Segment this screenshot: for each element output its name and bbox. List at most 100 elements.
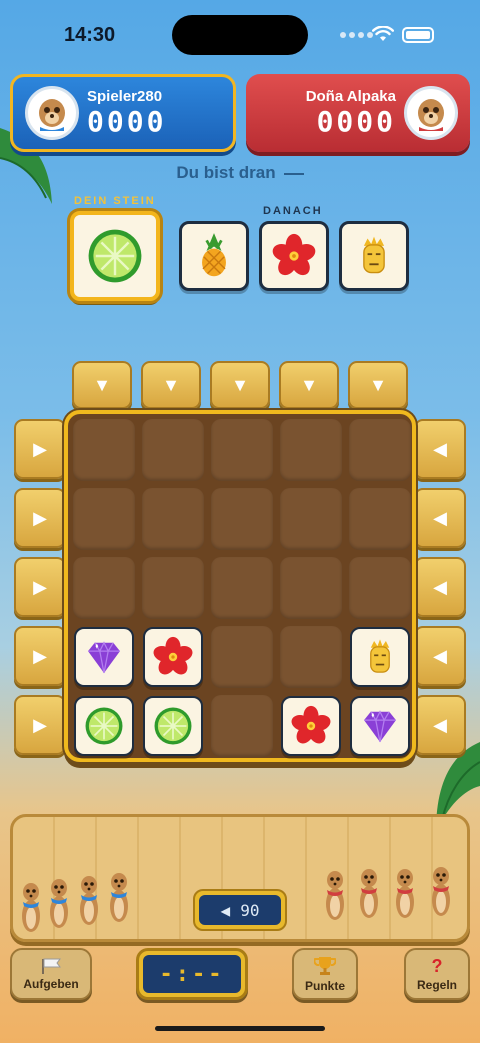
timer-display: -:-- [136,948,248,1000]
pineapple-icon [202,233,226,277]
points-label: Punkte [304,978,345,993]
arrow-right-icon: ▶ [33,507,47,528]
current-piece-label: DEIN STEIN [74,195,156,207]
push-row-5-from-right-button[interactable]: ◀ [414,695,466,755]
rules-label: Regeln [416,977,457,992]
current-piece [70,211,160,301]
give-up-label: Aufgeben [23,976,79,991]
gem-icon [364,710,396,743]
hibiscus-icon [291,705,331,744]
push-row-1-from-left-button[interactable]: ▶ [14,419,66,479]
lime-icon [154,707,192,745]
next-piece [179,221,249,291]
status-time: 14:30 [64,24,116,46]
board-tile-gem [350,696,410,756]
player-name: Spieler280 [87,88,163,105]
next-piece [339,221,409,291]
arrow-left-icon: ◀ [433,438,447,459]
board-cell-empty [211,626,273,688]
board-cell-empty [280,557,342,619]
trophy-icon [314,956,336,975]
drop-column-4-button[interactable]: ▼ [279,361,339,409]
meerkat-icon [39,99,65,131]
arrow-down-icon: ▼ [231,374,249,395]
board-tile-hibiscus [281,696,341,756]
push-row-1-from-right-button[interactable]: ◀ [414,419,466,479]
board-tile-gem [74,627,134,687]
opponent-meerkat [428,864,454,925]
next-pieces-label: DANACH [263,205,323,217]
push-row-2-from-right-button[interactable]: ◀ [414,488,466,548]
push-row-4-from-left-button[interactable]: ▶ [14,626,66,686]
counter-value: 90 [240,900,260,920]
status-bar: 14:30 [0,0,480,70]
move-counter: ◀ 90 [193,889,287,931]
player-meerkat [106,870,132,931]
board-cell-empty [280,488,342,550]
arrow-right-icon: ▶ [33,576,47,597]
give-up-button[interactable]: Aufgeben [10,948,92,1000]
arrow-left-icon: ◀ [433,507,447,528]
push-row-3-from-left-button[interactable]: ▶ [14,557,66,617]
opponent-score: 0000 [316,105,396,138]
counter-arrow-icon: ◀ [220,900,231,920]
meerkat-icon [418,99,444,131]
drop-column-5-button[interactable]: ▼ [348,361,408,409]
arrow-left-icon: ◀ [433,645,447,666]
board-cell-empty [211,419,273,481]
points-button[interactable]: Punkte [292,948,358,1000]
opponent-meerkat [392,866,418,927]
timer-value: -:-- [143,955,241,993]
push-row-5-from-left-button[interactable]: ▶ [14,695,66,755]
lime-icon [88,229,142,283]
arrow-down-icon: ▼ [369,374,387,395]
game-board [64,410,416,762]
board-tile-lime [143,696,203,756]
drop-column-1-button[interactable]: ▼ [72,361,132,409]
arrow-right-icon: ▶ [33,645,47,666]
arrow-right-icon: ▶ [33,438,47,459]
push-row-4-from-right-button[interactable]: ◀ [414,626,466,686]
board-tile-hibiscus [143,627,203,687]
push-row-2-from-left-button[interactable]: ▶ [14,488,66,548]
board-cell-empty [211,488,273,550]
opponent-meerkat [356,866,382,927]
opponent-avatar [404,86,458,140]
player-avatar [25,86,79,140]
board-cell-empty [142,557,204,619]
arrow-left-icon: ◀ [433,714,447,735]
lime-icon [85,707,123,745]
board-cell-empty [142,488,204,550]
opponent-card: Doña Alpaka 0000 [246,74,470,152]
arrow-down-icon: ▼ [300,374,318,395]
flag-icon [42,958,61,974]
player-meerkat [76,873,102,934]
board-cell-empty [73,419,135,481]
rules-button[interactable]: ? Regeln [404,948,470,1000]
board-cell-empty [211,557,273,619]
dynamic-island [172,15,308,55]
player-meerkat [46,876,72,937]
player-score: 0000 [87,105,167,138]
board-tile-mask [350,627,410,687]
board-cell-empty [349,488,411,550]
opponent-name: Doña Alpaka [305,88,396,105]
drop-column-2-button[interactable]: ▼ [141,361,201,409]
home-indicator [155,1026,325,1031]
mask-icon [363,236,385,274]
player-meerkat [18,880,44,941]
arrow-down-icon: ▼ [162,374,180,395]
board-cell-empty [280,626,342,688]
turn-indicator: Du bist dran [0,163,480,183]
push-row-3-from-right-button[interactable]: ◀ [414,557,466,617]
turn-dash [283,172,304,175]
question-icon: ? [431,955,443,976]
arrow-left-icon: ◀ [433,576,447,597]
turn-text: Du bist dran [176,163,276,182]
board-cell-empty [280,419,342,481]
drop-column-3-button[interactable]: ▼ [210,361,270,409]
board-tile-lime [74,696,134,756]
mask-icon [370,639,390,673]
signal-icon [340,32,373,38]
player-card: Spieler280 0000 [10,74,236,152]
